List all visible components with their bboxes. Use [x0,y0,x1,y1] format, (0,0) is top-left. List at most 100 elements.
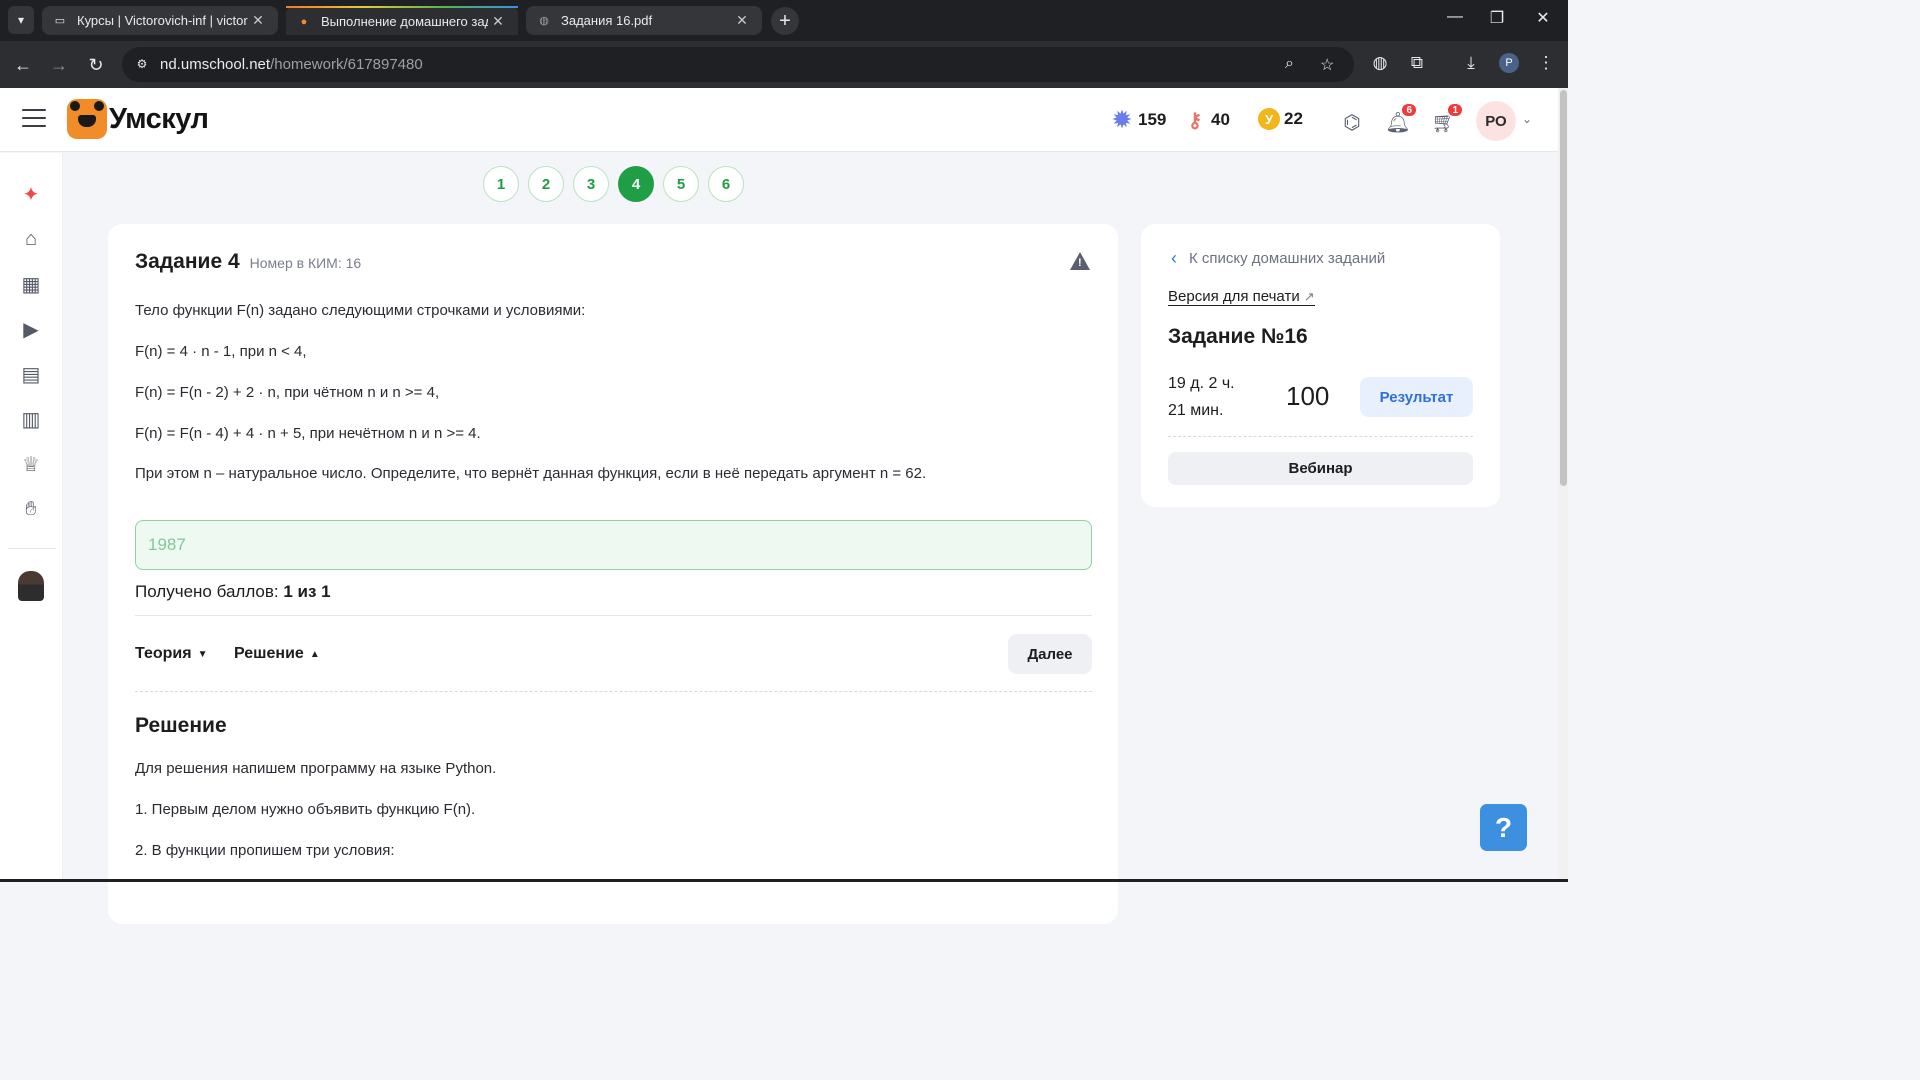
pager-item-2[interactable]: 2 [528,166,564,202]
translate-icon[interactable]: ◍ [1369,53,1391,73]
cart-icon[interactable]: 🛒︎ 1 [1430,102,1464,136]
caret-up-icon: ▲ [309,648,320,660]
time-remaining: 19 д. 2 ч. 21 мин. [1168,370,1278,424]
close-tab-icon[interactable]: ✕ [248,12,268,29]
homework-info-card: ‹ К списку домашних заданий Версия для п… [1141,224,1500,507]
timer-line: 21 мин. [1168,402,1224,419]
bell-icon[interactable]: 🔔︎ 6 [1384,102,1418,136]
site-header: Умскул ✹ 159 ⚷ 40 У 22 ⌬ 🔔︎ 6 🛒︎ 1 РО ⌄ [0,88,1558,152]
window-border [0,879,1568,882]
tab-title: Задания 16.pdf [561,13,653,28]
task-card: Задание 4 Номер в КИМ: 16 ! Тело функции… [108,224,1118,924]
pager-item-5[interactable]: 5 [663,166,699,202]
close-window-icon[interactable]: ✕ [1528,8,1558,28]
close-tab-icon[interactable]: ✕ [732,12,752,29]
theory-toggle[interactable]: Теория ▼ [135,645,208,663]
sparkle-icon[interactable]: ✦ [18,181,44,207]
browser-tab[interactable]: ◍ Задания 16.pdf ✕ [526,6,762,35]
star-badge-icon: ✹ [1112,107,1132,132]
logo[interactable]: Умскул [67,98,209,140]
video-lesson-icon[interactable]: ▶ [18,316,44,342]
back-to-list-link[interactable]: ‹ К списку домашних заданий [1171,248,1385,269]
task-text: При этом n – натуральное число. Определи… [135,465,927,482]
task-text: F(n) = F(n - 4) + 4 · n + 5, при нечётно… [135,425,481,442]
bear-logo-icon [67,99,107,139]
close-tab-icon[interactable]: ✕ [488,13,508,30]
keys-value: 40 [1211,110,1230,129]
reload-icon[interactable]: ↻ [83,52,109,78]
coin-icon: У [1258,108,1280,130]
report-warning-icon[interactable]: ! [1070,252,1090,270]
address-bar[interactable]: ⚙ nd.umschool.net/homework/617897480 ⌕ ☆ [122,47,1354,82]
result-button[interactable]: Результат [1360,377,1473,417]
ticket-icon[interactable]: ⌬ [1338,108,1366,136]
forward-arrow-icon[interactable]: → [46,52,72,78]
tab-title: Выполнение домашнего задан [321,14,488,29]
pager-item-1[interactable]: 1 [483,166,519,202]
notification-badge: 6 [1400,102,1418,118]
task-title: Задание 4 [135,250,240,273]
zoom-icon[interactable]: ⌕ [1285,55,1294,73]
chevron-down-icon[interactable]: ⌄ [1522,112,1532,126]
task-text: F(n) = 4 · n - 1, при n < 4, [135,343,307,360]
webinar-button[interactable]: Вебинар [1168,452,1473,485]
next-button[interactable]: Далее [1008,634,1092,674]
globe-icon: ◍ [539,15,549,27]
menu-icon[interactable] [22,109,46,129]
task-header: Задание 4 Номер в КИМ: 16 [135,250,361,274]
mentor-avatar[interactable] [18,571,44,601]
back-arrow-icon[interactable]: ← [10,52,36,78]
hand-wave-icon[interactable]: ✋︎ [18,496,44,522]
restore-icon[interactable]: ❐ [1482,8,1512,28]
kebab-menu-icon[interactable]: ⋮ [1535,53,1557,73]
tab-search-button[interactable]: ▾ [8,6,34,34]
task-pager: 123456 [483,166,744,202]
keys-stat[interactable]: ⚷ 40 [1183,108,1230,132]
profile-avatar[interactable]: P [1499,53,1519,73]
print-version-link[interactable]: Версия для печати ↗ [1168,288,1315,306]
browser-tab[interactable]: ▭ Курсы | Victorovich-inf | victoro ✕ [42,6,278,35]
trophy-icon[interactable]: ♕ [18,451,44,477]
bookmark-star-icon[interactable]: ☆ [1320,55,1334,75]
score-value: 1 из 1 [283,582,331,601]
pager-item-6[interactable]: 6 [708,166,744,202]
user-avatar[interactable]: РО [1476,101,1516,141]
bear-icon: ● [300,15,308,28]
stats-icon[interactable]: ▥ [18,406,44,432]
new-tab-button[interactable]: + [771,7,799,35]
pager-item-3[interactable]: 3 [573,166,609,202]
coins-stat[interactable]: У 22 [1258,108,1303,130]
task-text: F(n) = F(n - 2) + 2 · n, при чётном n и … [135,384,440,401]
external-link-icon: ↗ [1303,288,1315,304]
logo-text: Умскул [109,102,209,135]
timer-line: 19 д. 2 ч. [1168,375,1235,392]
homework-title: Задание №16 [1168,325,1308,348]
solution-toggle[interactable]: Решение ▲ [234,645,320,663]
solution-text: 2. В функции пропишем три условия: [135,842,395,859]
home-icon[interactable]: ⌂ [18,226,44,252]
task-text: Тело функции F(n) задано следующими стро… [135,302,586,319]
calendar-icon[interactable]: ▦ [18,271,44,297]
kim-number: Номер в КИМ: 16 [249,255,362,271]
score-label: Получено баллов: [135,582,284,601]
left-rail: ✦ ⌂ ▦ ▶ ▤ ▥ ♕ ✋︎ [0,153,63,882]
print-label: Версия для печати [1168,288,1300,305]
help-button[interactable]: ? [1480,804,1527,851]
answer-field[interactable]: 1987 [135,520,1092,570]
rating-stat[interactable]: ✹ 159 [1110,107,1167,132]
tab-title: Курсы | Victorovich-inf | victoro [77,13,248,28]
extensions-icon[interactable]: ⧉ [1406,53,1428,73]
download-icon[interactable]: ⤓ [1460,53,1482,73]
browser-tab-active[interactable]: ● Выполнение домашнего задан ✕ [286,6,518,35]
minimize-icon[interactable]: — [1440,8,1470,26]
pager-item-4[interactable]: 4 [618,166,654,202]
scrollbar-thumb[interactable] [1560,90,1567,486]
url-path: /homework/617897480 [270,56,423,73]
solution-text: 1. Первым делом нужно объявить функцию F… [135,801,476,818]
site-info-icon[interactable]: ⚙ [133,55,151,73]
homework-icon[interactable]: ▤ [18,361,44,387]
theory-label: Теория [135,645,192,662]
url-host: nd.umschool.net [160,56,271,73]
divider [135,615,1092,616]
back-label: К списку домашних заданий [1189,250,1386,267]
